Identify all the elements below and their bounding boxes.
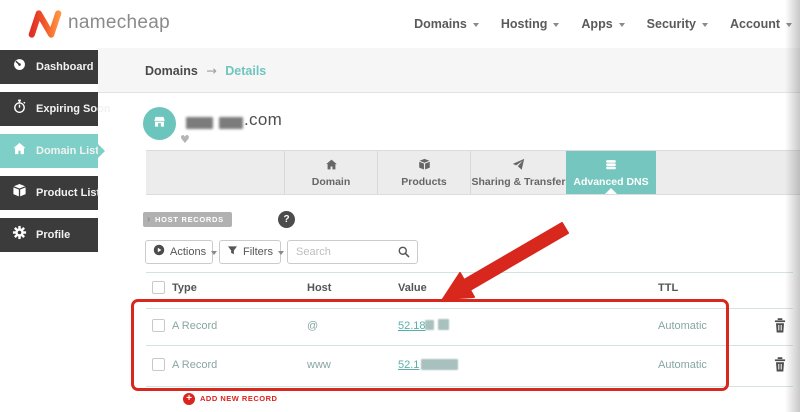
delete-record-button[interactable] — [772, 317, 788, 334]
record-host: www — [307, 357, 331, 373]
namecheap-advanced-dns-page: namecheap Domains Hosting Apps Security … — [0, 0, 800, 412]
namecheap-logo-icon[interactable] — [27, 9, 63, 39]
value-redacted — [438, 319, 449, 330]
breadcrumb-domains-link[interactable]: Domains — [145, 64, 198, 78]
chevron-down-icon — [553, 23, 559, 27]
record-ttl: Automatic — [658, 318, 707, 334]
chevron-right-icon: › — [147, 212, 151, 227]
tab-advanced-dns[interactable]: Advanced DNS — [566, 151, 656, 194]
chevron-down-icon — [702, 23, 708, 27]
row-checkbox[interactable] — [152, 358, 165, 371]
nav-security[interactable]: Security — [647, 17, 708, 31]
record-type: A Record — [172, 318, 217, 334]
value-redacted — [425, 320, 434, 330]
breadcrumb-arrow-icon: → — [206, 63, 216, 78]
record-type: A Record — [172, 357, 217, 373]
house-icon — [12, 141, 27, 161]
search-input[interactable] — [288, 241, 396, 263]
chevron-down-icon — [211, 251, 217, 255]
record-value-link[interactable]: 52.1 — [398, 357, 419, 373]
domain-name-redacted — [186, 117, 213, 129]
host-records-badge: › HOST RECORDS — [143, 212, 232, 227]
active-tab-notch — [605, 188, 617, 194]
table-divider — [146, 345, 793, 346]
filters-button[interactable]: Filters — [219, 240, 281, 264]
top-navigation: Domains Hosting Apps Security Account — [414, 0, 792, 48]
stopwatch-icon — [12, 99, 27, 119]
record-host: @ — [307, 318, 318, 334]
domain-avatar — [143, 107, 176, 140]
help-button[interactable]: ? — [278, 211, 295, 228]
column-header-host: Host — [307, 280, 331, 296]
nav-apps[interactable]: Apps — [581, 17, 624, 31]
domain-tld: .com — [244, 109, 282, 130]
table-divider — [146, 272, 793, 273]
value-redacted — [421, 359, 458, 370]
column-header-type: Type — [172, 280, 197, 296]
search-icon[interactable] — [397, 245, 411, 264]
column-header-ttl: TTL — [658, 280, 678, 296]
box-icon — [378, 158, 470, 171]
domain-name-redacted — [219, 117, 243, 129]
tab-products[interactable]: Products — [377, 151, 470, 194]
search-box — [287, 240, 418, 264]
sidebar-item-dashboard[interactable]: Dashboard — [0, 50, 98, 84]
nav-hosting[interactable]: Hosting — [501, 17, 560, 31]
row-checkbox[interactable] — [152, 319, 165, 332]
delete-record-button[interactable] — [772, 356, 788, 373]
actions-button[interactable]: Actions — [145, 240, 213, 264]
funnel-icon — [227, 243, 238, 261]
sidebar-item-domain-list[interactable]: Domain List — [0, 134, 98, 168]
column-header-value: Value — [398, 280, 427, 296]
play-circle-icon — [153, 243, 165, 261]
gear-icon — [12, 225, 27, 245]
breadcrumb-current: Details — [225, 64, 266, 78]
breadcrumb: Domains → Details — [145, 48, 266, 93]
table-divider — [146, 386, 793, 387]
plus-icon[interactable]: + — [183, 393, 195, 405]
nav-account[interactable]: Account — [730, 17, 792, 31]
chevron-down-icon — [278, 251, 284, 255]
chevron-down-icon — [473, 23, 479, 27]
sidebar-item-product-list[interactable]: Product List — [0, 176, 98, 210]
server-stack-icon — [566, 158, 656, 171]
sidebar-item-profile[interactable]: Profile — [0, 218, 98, 252]
house-icon — [285, 158, 377, 171]
record-ttl: Automatic — [658, 357, 707, 373]
sidebar-item-expiring-soon[interactable]: Expiring Soon — [0, 92, 98, 126]
tab-sharing-transfer[interactable]: Sharing & Transfer — [470, 151, 566, 194]
chevron-down-icon — [786, 23, 792, 27]
record-value-link[interactable]: 52.18 — [398, 318, 426, 334]
breadcrumb-bar: Domains → Details — [98, 48, 800, 93]
box-icon — [12, 183, 27, 203]
add-new-record-button[interactable]: ADD NEW RECORD — [200, 393, 277, 405]
table-divider — [146, 308, 793, 309]
tab-domain[interactable]: Domain — [284, 151, 377, 194]
brand-name: namecheap — [68, 0, 170, 48]
domain-tabs: Domain Products Sharing & Transfer Advan… — [146, 150, 800, 195]
chevron-down-icon — [619, 23, 625, 27]
select-all-checkbox[interactable] — [152, 281, 165, 294]
favorite-heart-icon[interactable]: ♥ — [180, 134, 190, 145]
paper-plane-icon — [471, 158, 566, 171]
nav-domains[interactable]: Domains — [414, 17, 479, 31]
gauge-icon — [12, 57, 27, 77]
storefront-icon — [151, 113, 168, 135]
